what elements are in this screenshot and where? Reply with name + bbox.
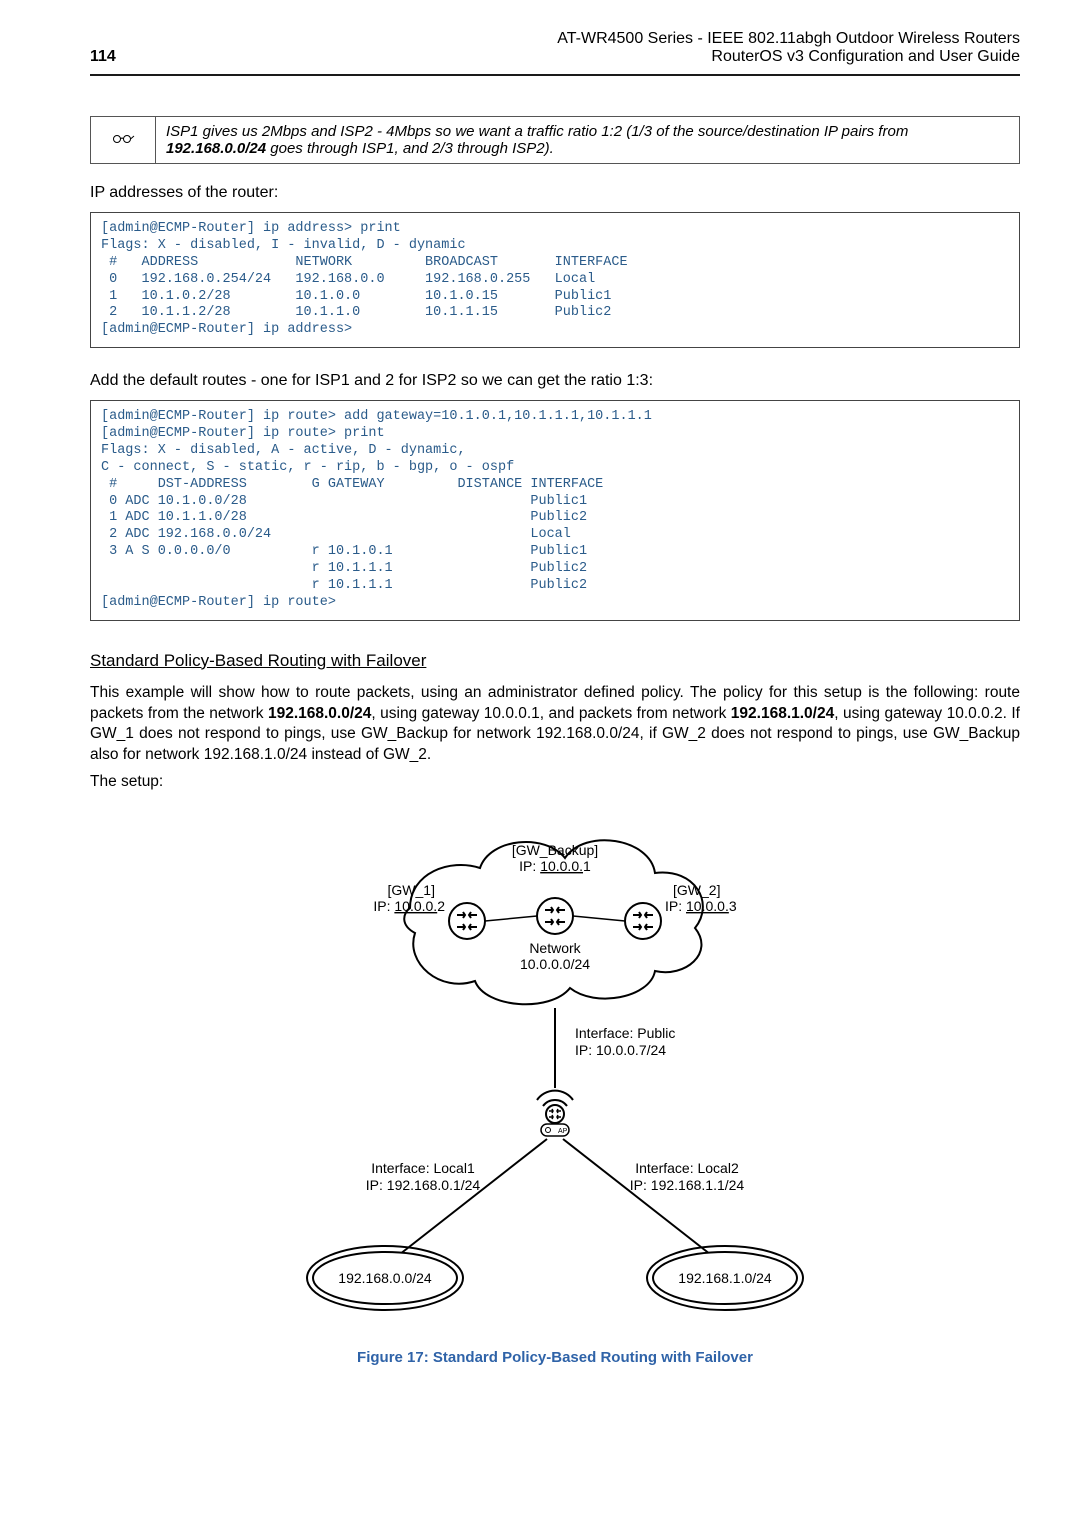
glasses-icon (111, 129, 135, 147)
default-routes-label: Add the default routes - one for ISP1 an… (90, 372, 1020, 390)
page-header: 114 AT-WR4500 Series - IEEE 802.11abgh O… (90, 30, 1020, 66)
iface-local2: Interface: Local2 (635, 1160, 739, 1176)
topology-diagram: [GW_Backup] IP: 10.0.0.1 [GW_1] IP: 10.0… (90, 813, 1020, 1333)
gw-backup-label: [GW_Backup] (512, 842, 598, 858)
header-rule (90, 74, 1020, 76)
gw1-ip: IP: 10.0.0.2 (373, 898, 445, 914)
header-line-1: AT-WR4500 Series - IEEE 802.11abgh Outdo… (310, 30, 1020, 48)
svg-text:AP: AP (558, 1128, 568, 1135)
default-routes-code: [admin@ECMP-Router] ip route> add gatewa… (90, 400, 1020, 621)
iface-local2-ip: IP: 192.168.1.1/24 (630, 1177, 745, 1193)
note-icon-cell (91, 117, 156, 164)
iface-public-ip: IP: 10.0.0.7/24 (575, 1042, 666, 1058)
iface-local1: Interface: Local1 (371, 1160, 475, 1176)
net-left: 192.168.0.0/24 (338, 1270, 432, 1286)
body-paragraph-1: This example will show how to route pack… (90, 683, 1020, 767)
section-heading: Standard Policy-Based Routing with Failo… (90, 651, 1020, 671)
iface-local1-ip: IP: 192.168.0.1/24 (366, 1177, 481, 1193)
network-label: Network (529, 940, 581, 956)
gw2-ip: IP: 10.0.0.3 (665, 898, 737, 914)
network-ip: 10.0.0.0/24 (520, 956, 590, 972)
figure-caption: Figure 17: Standard Policy-Based Routing… (90, 1349, 1020, 1366)
note-box: ISP1 gives us 2Mbps and ISP2 - 4Mbps so … (90, 116, 1020, 164)
ip-addresses-label: IP addresses of the router: (90, 184, 1020, 202)
gw1-label: [GW_1] (388, 882, 435, 898)
ip-addresses-code: [admin@ECMP-Router] ip address> print Fl… (90, 212, 1020, 348)
iface-public: Interface: Public (575, 1025, 675, 1041)
body-paragraph-2: The setup: (90, 772, 1020, 793)
note-text: ISP1 gives us 2Mbps and ISP2 - 4Mbps so … (156, 117, 1020, 164)
gw-backup-ip: IP: 10.0.0.1 (519, 858, 591, 874)
net-right: 192.168.1.0/24 (678, 1270, 772, 1286)
gw2-label: [GW_2] (673, 882, 720, 898)
header-line-2: RouterOS v3 Configuration and User Guide (310, 48, 1020, 66)
page-number: 114 (90, 48, 310, 66)
